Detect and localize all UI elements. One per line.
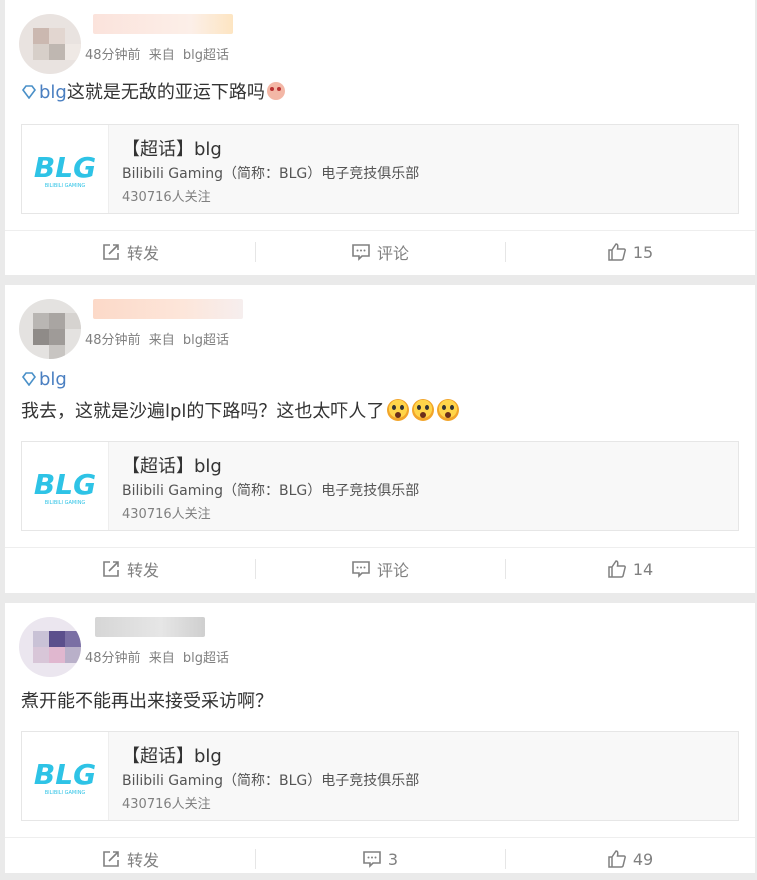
topic-line: blg: [5, 367, 755, 393]
action-bar: 转发 评论 15: [5, 230, 755, 273]
repost-button[interactable]: 转发: [5, 231, 255, 273]
comment-icon: [352, 244, 370, 261]
emoji-icon: [266, 82, 285, 100]
post: 48分钟前 来自 blg超话 blg这就是无敌的亚运下路吗 BLG BILIBI…: [5, 0, 755, 275]
comment-button[interactable]: 3: [255, 838, 505, 880]
repost-label: 转发: [126, 561, 159, 580]
thumbs-up-icon: [608, 850, 626, 868]
card-title: 【超话】blg: [122, 746, 222, 767]
card-subtitle: Bilibili Gaming（简称：BLG）电子竞技俱乐部: [122, 483, 420, 499]
comment-label: 评论: [376, 244, 409, 263]
svg-text:BLG: BLG: [34, 758, 96, 791]
post-source[interactable]: blg超话: [183, 333, 229, 348]
topic-tag[interactable]: blg: [39, 369, 67, 390]
topic-card[interactable]: BLG BILIBILI GAMING 【超话】blg Bilibili Gam…: [21, 124, 739, 214]
post-time[interactable]: 48分钟前: [85, 48, 141, 63]
svg-text:BLG: BLG: [34, 468, 96, 501]
repost-label: 转发: [126, 851, 159, 870]
avatar[interactable]: [19, 617, 81, 677]
repost-button[interactable]: 转发: [5, 838, 255, 880]
nickname-blurred[interactable]: [93, 299, 243, 319]
svg-text:BLG: BLG: [34, 151, 96, 184]
card-fans: 430716人关注: [122, 190, 211, 205]
post-meta: 48分钟前 来自 blg超话: [85, 647, 229, 666]
action-bar: 转发 3 49: [5, 837, 755, 880]
meta-from: 来自: [148, 651, 175, 666]
diamond-icon: [22, 372, 36, 386]
meta-from: 来自: [148, 333, 175, 348]
svg-text:BILIBILI GAMING: BILIBILI GAMING: [45, 183, 86, 189]
svg-text:BILIBILI GAMING: BILIBILI GAMING: [45, 500, 86, 506]
nickname-blurred[interactable]: [95, 617, 205, 637]
post-time[interactable]: 48分钟前: [85, 333, 141, 348]
card-title: 【超话】blg: [122, 139, 222, 160]
post-source[interactable]: blg超话: [183, 651, 229, 666]
comment-icon: [352, 561, 370, 578]
post-text: 我去，这就是沙遍lpl的下路吗？这也太吓人了: [5, 397, 755, 427]
card-fans: 430716人关注: [122, 507, 211, 522]
post: 48分钟前 来自 blg超话 blg 我去，这就是沙遍lpl的下路吗？这也太吓人…: [5, 285, 755, 593]
card-subtitle: Bilibili Gaming（简称：BLG）电子竞技俱乐部: [122, 166, 420, 182]
repost-icon: [103, 561, 119, 577]
comment-label: 评论: [376, 561, 409, 580]
repost-button[interactable]: 转发: [5, 548, 255, 590]
action-bar: 转发 评论 14: [5, 547, 755, 590]
topic-tag[interactable]: blg: [39, 82, 67, 103]
diamond-icon: [22, 85, 36, 99]
comment-icon: [363, 851, 381, 868]
post-body: 我去，这就是沙遍lpl的下路吗？这也太吓人了: [21, 401, 385, 422]
svg-text:BILIBILI GAMING: BILIBILI GAMING: [45, 790, 86, 796]
card-subtitle: Bilibili Gaming（简称：BLG）电子竞技俱乐部: [122, 773, 420, 789]
feed: 48分钟前 来自 blg超话 blg这就是无敌的亚运下路吗 BLG BILIBI…: [0, 0, 757, 873]
scream-emoji-icon: [387, 399, 410, 421]
scream-emoji-icon: [412, 399, 435, 421]
card-title: 【超话】blg: [122, 456, 222, 477]
topic-card[interactable]: BLG BILIBILI GAMING 【超话】blg Bilibili Gam…: [21, 441, 739, 531]
blg-logo-icon: BLG BILIBILI GAMING: [22, 125, 109, 213]
comment-count: 3: [387, 849, 399, 869]
post-body: 这就是无敌的亚运下路吗: [66, 82, 265, 103]
post: 48分钟前 来自 blg超话 煮开能不能再出来接受采访啊？ BLG BILIBI…: [5, 603, 755, 873]
repost-label: 转发: [126, 244, 159, 263]
blg-logo-icon: BLG BILIBILI GAMING: [22, 442, 109, 530]
post-meta: 48分钟前 来自 blg超话: [85, 44, 229, 63]
avatar[interactable]: [19, 14, 81, 74]
nickname-blurred[interactable]: [93, 14, 233, 34]
comment-button[interactable]: 评论: [255, 231, 505, 273]
thumbs-up-icon: [608, 560, 626, 578]
blg-logo-icon: BLG BILIBILI GAMING: [22, 732, 109, 820]
like-count: 49: [632, 849, 654, 869]
post-source[interactable]: blg超话: [183, 48, 229, 63]
like-button[interactable]: 15: [505, 231, 755, 273]
repost-icon: [103, 851, 119, 867]
meta-from: 来自: [148, 48, 175, 63]
post-time[interactable]: 48分钟前: [85, 651, 141, 666]
card-fans: 430716人关注: [122, 797, 211, 812]
like-count: 14: [632, 559, 654, 579]
post-body: 煮开能不能再出来接受采访啊？: [21, 691, 273, 712]
post-text: 煮开能不能再出来接受采访啊？: [5, 687, 755, 717]
scream-emoji-icon: [437, 399, 460, 421]
comment-button[interactable]: 评论: [255, 548, 505, 590]
avatar[interactable]: [19, 299, 81, 359]
repost-icon: [103, 244, 119, 260]
post-text: blg这就是无敌的亚运下路吗: [5, 80, 755, 106]
post-meta: 48分钟前 来自 blg超话: [85, 329, 229, 348]
thumbs-up-icon: [608, 243, 626, 261]
like-button[interactable]: 14: [505, 548, 755, 590]
topic-card[interactable]: BLG BILIBILI GAMING 【超话】blg Bilibili Gam…: [21, 731, 739, 821]
like-count: 15: [632, 242, 654, 262]
like-button[interactable]: 49: [505, 838, 755, 880]
